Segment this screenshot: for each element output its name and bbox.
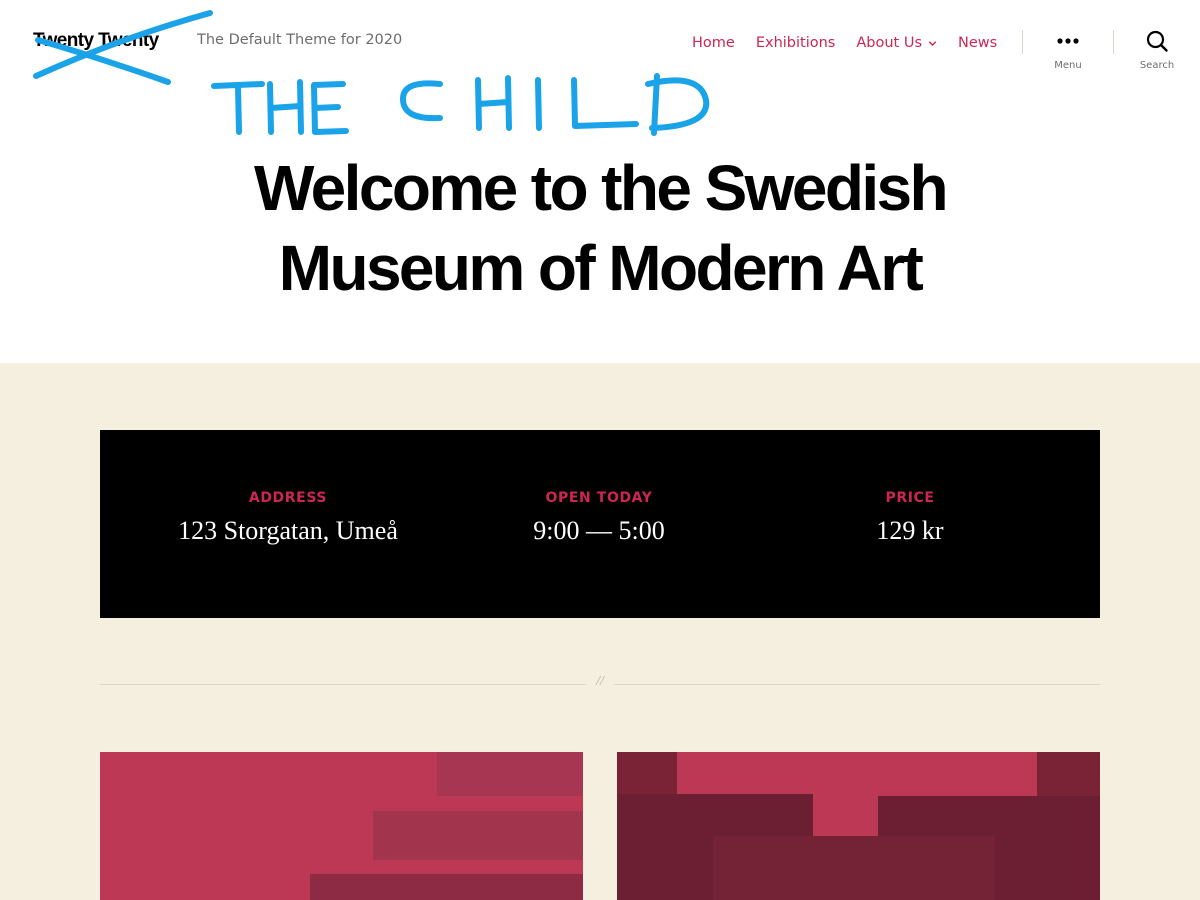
info-value: 123 Storgatan, Umeå — [178, 516, 398, 545]
info-price: PRICE 129 kr — [760, 490, 1060, 546]
page-title-line-1: Welcome to the Swedish — [254, 152, 949, 224]
nav-exhibitions[interactable]: Exhibitions — [756, 35, 836, 51]
site-title[interactable]: Twenty Twenty — [33, 30, 159, 52]
header-divider — [1022, 30, 1023, 54]
nav-home[interactable]: Home — [692, 35, 735, 51]
header-divider — [1113, 30, 1114, 54]
chevron-down-icon[interactable] — [928, 39, 937, 48]
content-area: ADDRESS 123 Storgatan, Umeå OPEN TODAY 9… — [0, 363, 1200, 900]
info-label: ADDRESS — [248, 490, 328, 506]
info-value: 129 kr — [876, 516, 944, 545]
page-title-line-2: Museum of Modern Art — [278, 232, 924, 304]
search-toggle[interactable]: Search — [1122, 28, 1192, 73]
info-label: PRICE — [885, 490, 935, 506]
gallery-image-left[interactable] — [100, 752, 583, 900]
nav-about-us-label: About Us — [856, 35, 923, 51]
page-title: Welcome to the Swedish Museum of Modern … — [100, 148, 1100, 308]
nav-about-us[interactable]: About Us — [856, 35, 937, 51]
handwritten-annotation — [33, 10, 710, 136]
separator-mark: // — [596, 674, 604, 689]
info-value: 9:00 — 5:00 — [533, 516, 665, 545]
menu-toggle-label: Menu — [1054, 60, 1082, 71]
search-icon — [1146, 30, 1168, 52]
gallery-image-right[interactable] — [617, 752, 1100, 900]
separator-line — [100, 684, 586, 685]
separator-line — [614, 684, 1100, 685]
info-hours: OPEN TODAY 9:00 — 5:00 — [449, 490, 749, 546]
nav-home-label: Home — [692, 35, 735, 51]
menu-toggle[interactable]: Menu — [1033, 28, 1103, 73]
info-box: ADDRESS 123 Storgatan, Umeå OPEN TODAY 9… — [100, 430, 1100, 618]
info-label: OPEN TODAY — [545, 490, 653, 506]
primary-menu: Home Exhibitions About Us News — [692, 32, 997, 54]
nav-news[interactable]: News — [958, 35, 997, 51]
site-description: The Default Theme for 2020 — [197, 32, 403, 48]
search-toggle-label: Search — [1139, 60, 1175, 71]
site-header: Twenty Twenty The Default Theme for 2020 — [0, 0, 1200, 136]
ellipsis-menu-icon — [1057, 38, 1079, 44]
nav-news-label: News — [958, 35, 998, 51]
nav-exhibitions-label: Exhibitions — [755, 35, 836, 51]
info-address: ADDRESS 123 Storgatan, Umeå — [138, 490, 438, 546]
